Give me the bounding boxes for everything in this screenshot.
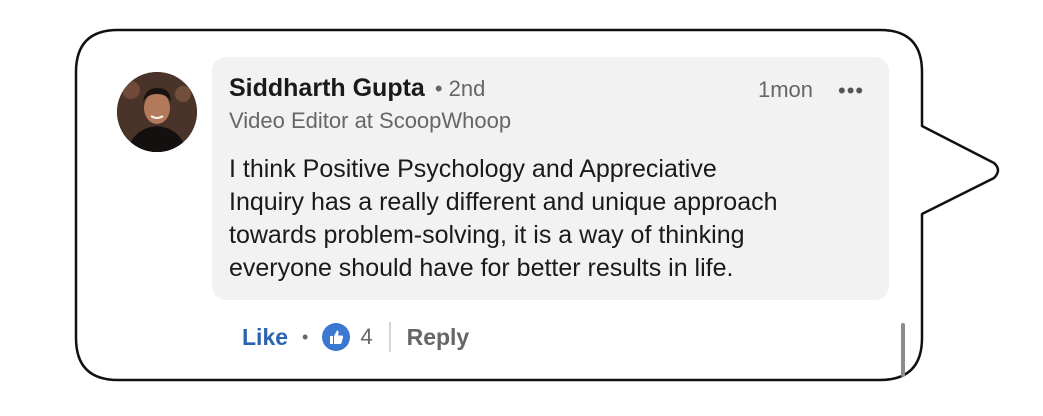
more-options-icon[interactable]: ••• <box>838 78 864 104</box>
like-button[interactable]: Like <box>242 324 288 351</box>
comment-text-line: I think Positive Psychology and Apprecia… <box>229 155 717 183</box>
comment-text-line: Inquiry has a really different and uniqu… <box>229 188 778 216</box>
separator-dot: • <box>302 326 309 347</box>
thumbs-up-icon[interactable] <box>322 323 351 351</box>
author-headline: Video Editor at ScoopWhoop <box>229 108 512 133</box>
action-divider <box>388 322 391 352</box>
author-line: Siddharth Gupta • 2nd <box>229 74 485 106</box>
comment-text: I think Positive Psychology and Apprecia… <box>229 153 879 285</box>
comment-card: Siddharth Gupta • 2nd Video Editor at Sc… <box>0 0 1043 416</box>
reply-button[interactable]: Reply <box>407 324 470 351</box>
avatar[interactable] <box>117 72 197 152</box>
comment-text-line: towards problem-solving, it is a way of … <box>229 221 745 249</box>
comment-timestamp: 1mon <box>758 77 814 102</box>
reaction-count[interactable]: 4 <box>360 324 372 350</box>
comment-actions: Like • 4 Reply <box>242 320 469 354</box>
comment-text-line: everyone should have for better results … <box>229 254 734 282</box>
connection-degree: • 2nd <box>434 76 486 101</box>
scrollbar[interactable] <box>901 323 905 377</box>
author-name[interactable]: Siddharth Gupta <box>229 74 425 103</box>
